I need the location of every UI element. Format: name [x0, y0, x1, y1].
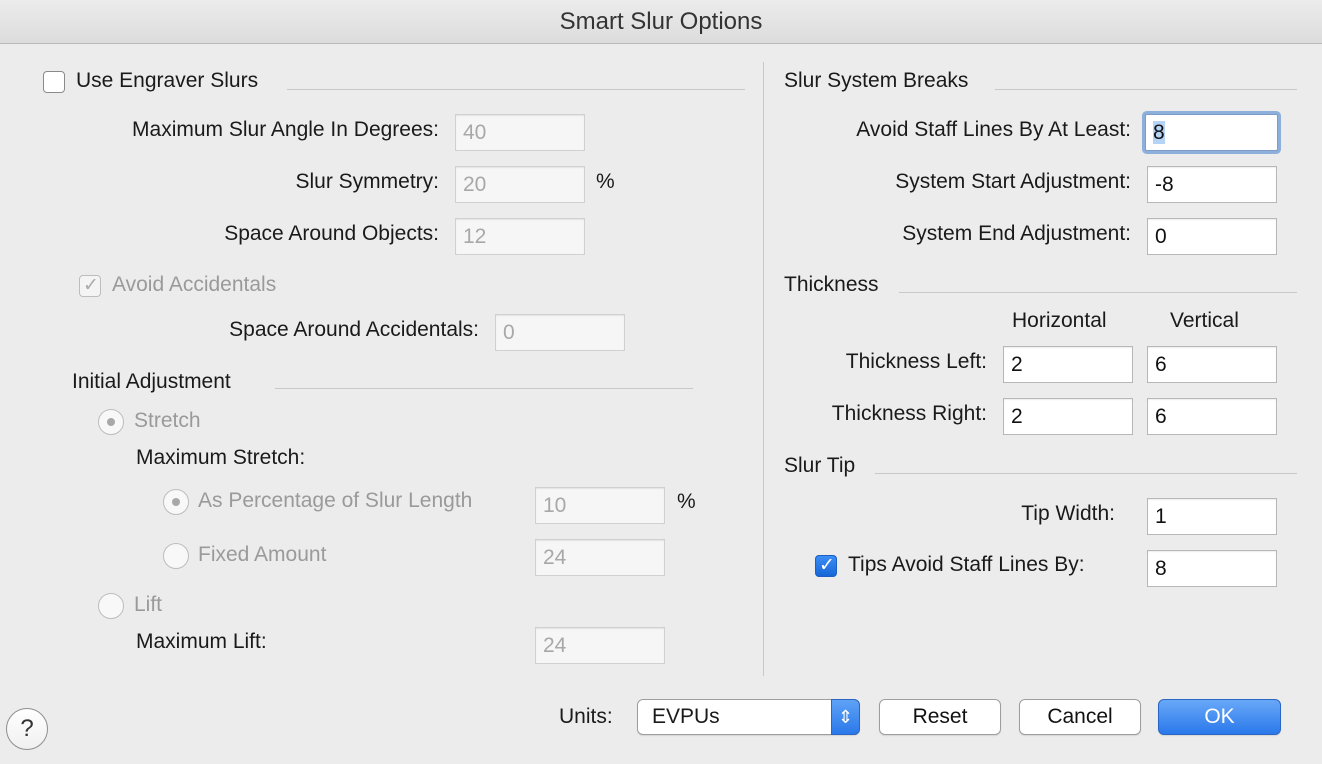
fixed-amount-radio[interactable]: [163, 543, 189, 569]
fixed-amount-label: Fixed Amount: [198, 543, 327, 566]
thickness-left-vertical-field[interactable]: 6: [1147, 346, 1277, 383]
as-percentage-radio[interactable]: [163, 489, 189, 515]
system-start-adjustment-field[interactable]: -8: [1147, 166, 1277, 203]
tips-avoid-staff-lines-label: Tips Avoid Staff Lines By:: [848, 553, 1085, 576]
avoid-staff-lines-label: Avoid Staff Lines By At Least:: [856, 118, 1131, 141]
tip-width-label: Tip Width:: [1021, 502, 1115, 525]
lift-radio[interactable]: [98, 593, 124, 619]
ok-button[interactable]: OK: [1158, 699, 1281, 735]
as-percentage-field[interactable]: 10: [535, 487, 665, 524]
use-engraver-slurs-checkbox[interactable]: [43, 71, 65, 93]
engraver-section-divider: [287, 89, 745, 90]
thickness-divider: [899, 292, 1297, 293]
tips-avoid-staff-lines-field[interactable]: 8: [1147, 550, 1277, 587]
stepper-glyph: ⇕: [837, 707, 854, 727]
check-icon: ✓: [819, 555, 835, 576]
slur-symmetry-unit: %: [596, 170, 615, 193]
max-lift-label: Maximum Lift:: [136, 630, 267, 653]
as-percentage-label: As Percentage of Slur Length: [198, 489, 473, 512]
initial-adjustment-divider: [275, 388, 693, 389]
tip-width-field[interactable]: 1: [1147, 498, 1277, 535]
system-end-adjustment-field[interactable]: 0: [1147, 218, 1277, 255]
stretch-radio[interactable]: [98, 409, 124, 435]
slur-symmetry-field[interactable]: 20: [455, 166, 585, 203]
check-icon: ✓: [83, 275, 99, 296]
slur-tip-heading: Slur Tip: [784, 454, 856, 477]
system-breaks-heading: Slur System Breaks: [784, 69, 969, 92]
reset-button[interactable]: Reset: [879, 699, 1001, 735]
column-divider: [763, 62, 764, 676]
slur-tip-divider: [875, 473, 1297, 474]
max-slur-angle-field[interactable]: 40: [455, 114, 585, 151]
selected-text: 8: [1153, 121, 1165, 144]
thickness-right-label: Thickness Right:: [831, 402, 987, 425]
max-lift-field[interactable]: 24: [535, 627, 665, 664]
space-around-accidentals-label: Space Around Accidentals:: [229, 318, 479, 341]
as-percentage-unit: %: [677, 490, 696, 513]
units-selected-value: EVPUs: [652, 705, 720, 728]
window-title: Smart Slur Options: [0, 0, 1322, 44]
thickness-right-vertical-field[interactable]: 6: [1147, 398, 1277, 435]
avoid-accidentals-checkbox[interactable]: ✓: [79, 275, 101, 297]
tips-avoid-staff-lines-checkbox[interactable]: ✓: [815, 555, 837, 577]
space-around-accidentals-field[interactable]: 0: [495, 314, 625, 351]
thickness-left-horizontal-field[interactable]: 2: [1003, 346, 1133, 383]
fixed-amount-field[interactable]: 24: [535, 539, 665, 576]
help-button[interactable]: ?: [6, 708, 48, 750]
system-end-adjustment-label: System End Adjustment:: [902, 222, 1131, 245]
max-slur-angle-label: Maximum Slur Angle In Degrees:: [132, 118, 439, 141]
horizontal-column-header: Horizontal: [1012, 309, 1107, 332]
system-start-adjustment-label: System Start Adjustment:: [895, 170, 1131, 193]
thickness-left-label: Thickness Left:: [845, 350, 987, 373]
radio-selected-dot: [107, 418, 115, 426]
use-engraver-slurs-label: Use Engraver Slurs: [76, 69, 259, 92]
vertical-column-header: Vertical: [1170, 309, 1239, 332]
max-stretch-label: Maximum Stretch:: [136, 446, 306, 469]
space-around-objects-field[interactable]: 12: [455, 218, 585, 255]
space-around-objects-label: Space Around Objects:: [224, 222, 439, 245]
radio-selected-dot: [172, 498, 180, 506]
slur-symmetry-label: Slur Symmetry:: [295, 170, 439, 193]
lift-label: Lift: [134, 593, 163, 616]
initial-adjustment-heading: Initial Adjustment: [72, 370, 231, 393]
thickness-right-horizontal-field[interactable]: 2: [1003, 398, 1133, 435]
avoid-staff-lines-field[interactable]: 8: [1145, 114, 1278, 151]
units-select[interactable]: EVPUs ⇕: [637, 699, 860, 735]
units-label: Units:: [559, 705, 613, 728]
thickness-heading: Thickness: [784, 273, 879, 296]
system-breaks-divider: [995, 89, 1297, 90]
stretch-label: Stretch: [134, 409, 201, 432]
stepper-arrows-icon: ⇕: [831, 699, 860, 735]
avoid-accidentals-label: Avoid Accidentals: [112, 273, 277, 296]
cancel-button[interactable]: Cancel: [1019, 699, 1141, 735]
